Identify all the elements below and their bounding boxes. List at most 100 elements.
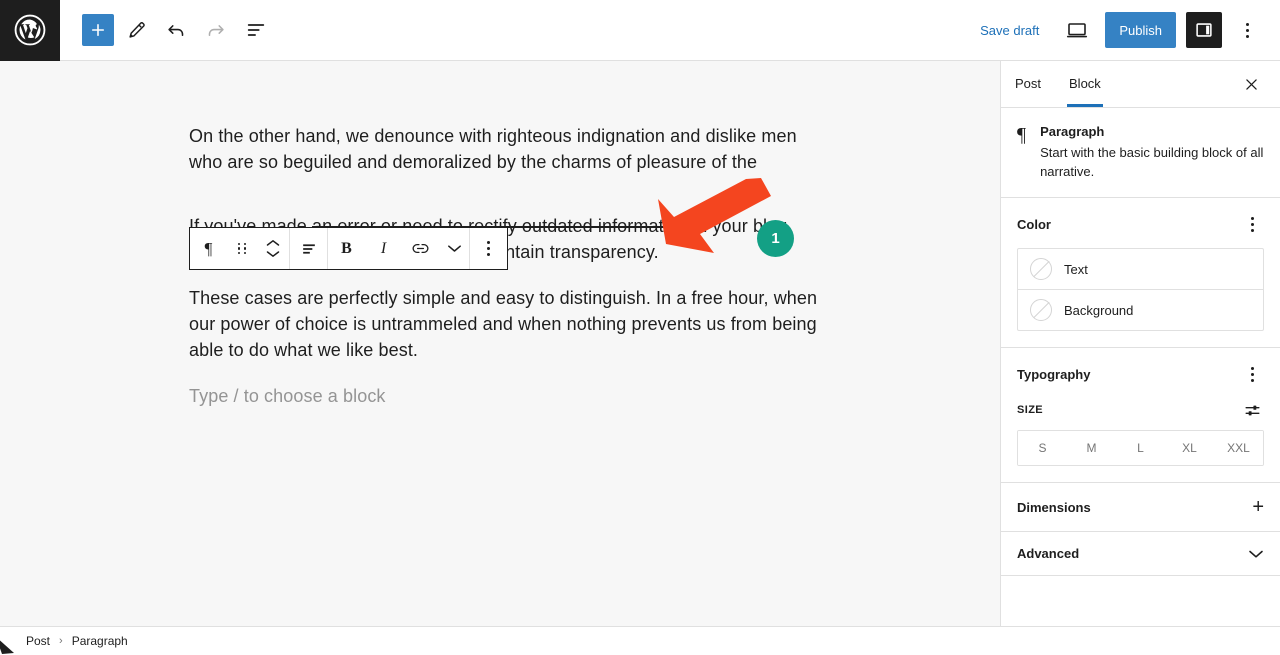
paragraph-block-1[interactable]: On the other hand, we denounce with righ… xyxy=(189,123,819,175)
editor-top-bar: Save draft Publish xyxy=(0,0,1280,61)
color-options-list: Text Background xyxy=(1017,248,1264,331)
paragraph-pilcrow-icon: ¶ xyxy=(204,238,213,258)
edit-tool-button[interactable] xyxy=(118,12,154,48)
color-panel: Color Text Background xyxy=(1001,198,1280,348)
typography-panel-title: Typography xyxy=(1017,366,1091,382)
toolbar-overlap-spacer xyxy=(189,195,819,213)
mouse-cursor-icon xyxy=(0,640,14,654)
bold-button[interactable]: B xyxy=(328,228,365,269)
advanced-panel-title: Advanced xyxy=(1017,546,1080,561)
redo-arrow-icon xyxy=(208,25,224,37)
wordpress-block-editor: Save draft Publish On the other hand, we… xyxy=(0,0,1280,655)
block-options-button[interactable] xyxy=(470,228,507,269)
preview-button[interactable] xyxy=(1059,12,1095,48)
editor-footer: Post › Paragraph xyxy=(0,626,1280,655)
block-info-title: Paragraph xyxy=(1040,124,1105,139)
save-draft-button[interactable]: Save draft xyxy=(970,17,1049,44)
color-panel-options-button[interactable] xyxy=(1240,212,1264,236)
font-size-s[interactable]: S xyxy=(1018,431,1067,465)
chevron-down-icon xyxy=(266,251,280,257)
font-size-xl[interactable]: XL xyxy=(1165,431,1214,465)
paragraph-block-3[interactable]: These cases are perfectly simple and eas… xyxy=(189,285,819,363)
redo-button[interactable] xyxy=(198,12,234,48)
post-content: On the other hand, we denounce with righ… xyxy=(189,123,819,429)
list-view-button[interactable] xyxy=(238,12,274,48)
close-sidebar-button[interactable] xyxy=(1232,65,1270,103)
plus-icon[interactable]: + xyxy=(1252,497,1264,517)
undo-arrow-icon xyxy=(168,25,184,37)
vertical-ellipsis-icon xyxy=(487,241,490,256)
color-option-text-label: Text xyxy=(1064,261,1088,277)
breadcrumb-post[interactable]: Post xyxy=(26,634,50,648)
breadcrumb-paragraph[interactable]: Paragraph xyxy=(72,634,128,648)
block-info-text: Paragraph Start with the basic building … xyxy=(1040,124,1264,181)
block-drag-handle[interactable] xyxy=(227,228,257,269)
link-button[interactable] xyxy=(402,228,439,269)
dimensions-panel[interactable]: Dimensions + xyxy=(1001,483,1280,532)
color-option-background[interactable]: Background xyxy=(1018,289,1263,330)
block-info-card: ¶ Paragraph Start with the basic buildin… xyxy=(1001,108,1280,198)
italic-button[interactable]: I xyxy=(365,228,402,269)
color-option-background-label: Background xyxy=(1064,302,1134,318)
tab-post[interactable]: Post xyxy=(1001,61,1055,107)
bold-label: B xyxy=(341,239,352,257)
font-size-label: SIZE xyxy=(1017,404,1044,416)
block-toolbar-block-group: ¶ xyxy=(190,228,290,269)
link-chain-icon xyxy=(412,243,429,254)
settings-panel-icon xyxy=(1196,23,1212,37)
plus-icon xyxy=(91,23,105,37)
font-size-selector: S M L XL XXL xyxy=(1017,430,1264,466)
typography-panel: Typography SIZE S M L XL XXL xyxy=(1001,348,1280,483)
annotation-badge-number: 1 xyxy=(771,230,780,247)
empty-block-placeholder[interactable]: Type / to choose a block xyxy=(189,383,819,409)
text-align-left-icon xyxy=(302,243,315,254)
block-info-description: Start with the basic building block of a… xyxy=(1040,145,1264,179)
paragraph-1-line-1: On the other hand, we denounce with righ… xyxy=(189,126,797,146)
top-bar-left-tools xyxy=(60,12,274,48)
settings-sidebar: Post Block ¶ Paragraph Start with the ba… xyxy=(1000,61,1280,626)
typography-panel-options-button[interactable] xyxy=(1240,362,1264,386)
editor-canvas[interactable]: On the other hand, we denounce with righ… xyxy=(0,61,1000,626)
typography-panel-header: Typography xyxy=(1017,362,1264,386)
vertical-ellipsis-icon xyxy=(1250,216,1254,232)
close-x-icon xyxy=(1245,78,1257,90)
document-list-view-icon xyxy=(247,24,265,36)
wordpress-logo-icon[interactable] xyxy=(0,0,60,61)
font-size-m[interactable]: M xyxy=(1067,431,1116,465)
breadcrumb-separator: › xyxy=(59,635,63,647)
color-option-text[interactable]: Text xyxy=(1018,249,1263,289)
vertical-ellipsis-icon xyxy=(1250,366,1254,382)
chevron-down-icon xyxy=(447,245,461,252)
settings-sidebar-toggle-button[interactable] xyxy=(1186,12,1222,48)
publish-button[interactable]: Publish xyxy=(1105,12,1176,48)
more-formats-button[interactable] xyxy=(439,228,469,269)
text-align-button[interactable] xyxy=(290,228,327,269)
desktop-preview-icon xyxy=(1067,23,1088,38)
drag-handle-icon xyxy=(237,242,247,255)
block-type-button[interactable]: ¶ xyxy=(190,228,227,269)
block-toolbar-format-group: B I xyxy=(328,228,470,269)
editor-options-button[interactable] xyxy=(1232,12,1262,48)
annotation-badge-1: 1 xyxy=(757,220,794,257)
add-block-button[interactable] xyxy=(82,14,114,46)
sliders-settings-icon xyxy=(1244,405,1260,415)
color-panel-header: Color xyxy=(1017,212,1264,236)
empty-color-swatch-icon xyxy=(1030,258,1052,280)
undo-button[interactable] xyxy=(158,12,194,48)
sidebar-tabs: Post Block xyxy=(1001,61,1280,108)
paragraph-pilcrow-icon: ¶ xyxy=(1017,124,1027,146)
font-size-xxl[interactable]: XXL xyxy=(1214,431,1263,465)
empty-color-swatch-icon xyxy=(1030,299,1052,321)
block-toolbar-align-group xyxy=(290,228,328,269)
block-toolbar-options-group xyxy=(470,228,507,269)
vertical-ellipsis-icon xyxy=(1245,22,1249,38)
font-size-l[interactable]: L xyxy=(1116,431,1165,465)
top-bar-right-tools: Save draft Publish xyxy=(970,12,1280,48)
block-mover[interactable] xyxy=(257,228,289,269)
font-size-settings-button[interactable] xyxy=(1240,398,1264,422)
tab-block[interactable]: Block xyxy=(1055,61,1115,107)
italic-label: I xyxy=(380,239,387,257)
advanced-panel[interactable]: Advanced xyxy=(1001,532,1280,576)
chevron-up-icon xyxy=(266,240,280,246)
dimensions-panel-title: Dimensions xyxy=(1017,499,1091,515)
